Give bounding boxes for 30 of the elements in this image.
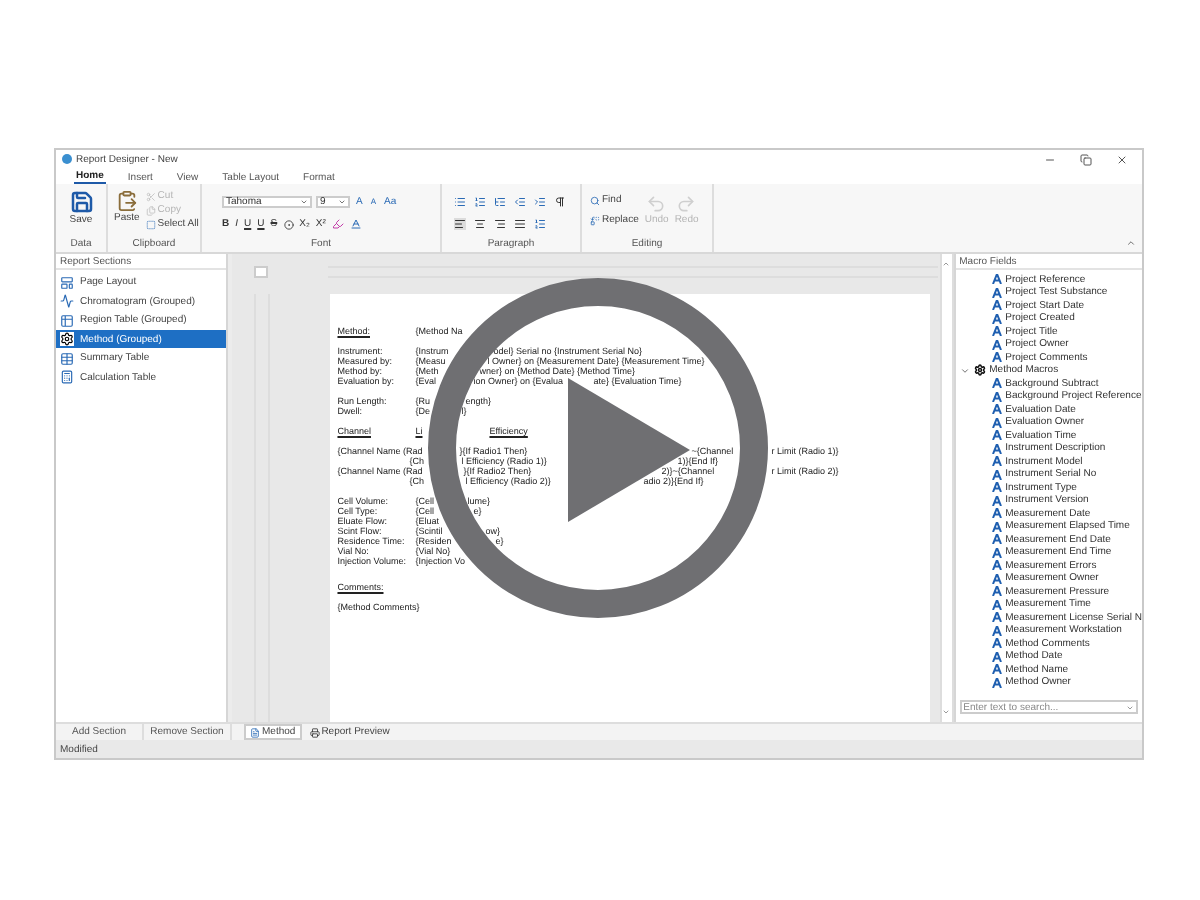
gear-icon <box>973 364 986 377</box>
app-icon <box>62 154 72 165</box>
copy-icon <box>145 205 156 216</box>
pilcrow-icon[interactable] <box>554 196 566 209</box>
numbered-list-icon[interactable] <box>474 196 486 209</box>
section-icon <box>60 351 74 366</box>
printer-icon <box>309 727 320 738</box>
document-icon <box>250 727 260 738</box>
caret-icon[interactable] <box>959 365 970 376</box>
collapse-ribbon-icon[interactable] <box>1126 238 1136 249</box>
section-icon <box>60 294 74 309</box>
highlighter-icon[interactable] <box>331 218 344 231</box>
justify-icon[interactable] <box>514 218 526 231</box>
section-icon <box>60 370 74 385</box>
replace-icon <box>590 215 600 226</box>
section-icon <box>60 313 74 328</box>
ruler-corner <box>253 265 268 278</box>
multilevel-list-icon[interactable] <box>494 196 506 209</box>
align-center-icon[interactable] <box>474 218 486 231</box>
bullet-list-icon[interactable] <box>454 196 466 209</box>
align-right-icon[interactable] <box>494 218 506 231</box>
restore-icon[interactable] <box>1080 153 1092 166</box>
font-color-icon[interactable] <box>349 218 362 231</box>
close-icon[interactable] <box>1116 153 1128 166</box>
indent-icon[interactable] <box>534 196 546 209</box>
search-icon <box>590 195 600 206</box>
outdent-icon[interactable] <box>514 196 526 209</box>
scissors-icon <box>145 191 156 202</box>
align-left-icon[interactable] <box>454 218 466 231</box>
section-icon <box>60 275 74 290</box>
